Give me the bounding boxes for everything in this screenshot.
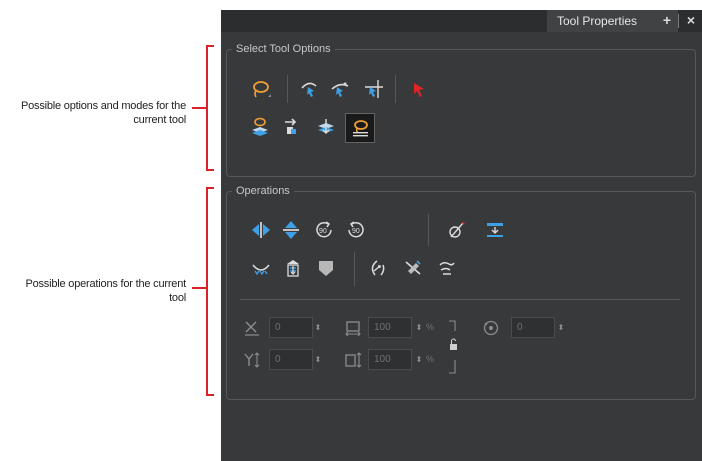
rotate-90-ccw-icon: 90	[348, 221, 364, 238]
height-percent-label: %	[426, 354, 435, 364]
operations-bracket	[206, 187, 214, 396]
smooth-icon	[287, 260, 299, 277]
lasso-icon	[253, 81, 271, 98]
select-layer-button[interactable]	[279, 114, 305, 140]
tab-separator	[678, 14, 679, 28]
tab-tool-properties[interactable]: Tool Properties	[547, 10, 678, 32]
cut-selection-icon	[405, 260, 421, 275]
fields-separator	[240, 299, 680, 300]
operations-callout-line	[192, 287, 206, 289]
create-color-art-button[interactable]	[248, 255, 274, 281]
flip-vertical-button[interactable]	[278, 217, 304, 243]
operations-separator	[354, 252, 355, 286]
options-bracket	[206, 45, 214, 171]
rotate-90-cw-button[interactable]: 90	[311, 217, 337, 243]
flip-horizontal-button[interactable]	[248, 217, 274, 243]
options-callout-line	[192, 107, 206, 109]
options-callout: Possible options and modes for the curre…	[20, 100, 186, 126]
rotation-angle-field[interactable]: 0	[511, 317, 555, 338]
lasso-permanent-selection-button[interactable]	[345, 113, 375, 143]
red-arrow-pointer-button[interactable]	[406, 76, 432, 102]
width-field[interactable]: 100	[368, 317, 412, 338]
apply-to-all-layers-icon	[252, 117, 268, 136]
lock-ratio-bracket-icon	[449, 320, 457, 374]
snap-and-align-icon	[365, 80, 383, 98]
pencil-to-brush-icon	[449, 222, 465, 238]
select-tool-options-title: Select Tool Options	[232, 42, 335, 56]
select-by-bounding-box-icon	[301, 82, 317, 97]
y-position-field[interactable]: 0	[269, 349, 313, 370]
lasso-permanent-selection-icon	[353, 120, 368, 137]
adjust-line-thickness-button[interactable]	[365, 255, 391, 281]
smooth-button[interactable]	[280, 255, 306, 281]
y-position-icon	[244, 352, 260, 368]
svg-text:90: 90	[319, 228, 327, 235]
snap-and-align-button[interactable]	[361, 76, 387, 102]
height-icon	[345, 352, 362, 368]
width-percent-label: %	[426, 322, 435, 332]
flatten-drawing-icon	[318, 119, 334, 134]
snap-to-contour-icon	[331, 82, 349, 97]
flatten-drawing-button[interactable]	[313, 114, 339, 140]
select-by-bounding-box-button[interactable]	[296, 76, 322, 102]
lasso-button[interactable]	[247, 76, 273, 102]
flatten-lines-icon	[439, 261, 455, 275]
operations-callout: Possible operations for the current tool	[25, 278, 186, 304]
convert-to-brush-button[interactable]	[313, 255, 339, 281]
operations-separator	[428, 214, 429, 246]
svg-text:90: 90	[352, 228, 360, 235]
height-spinner[interactable]: ⬍	[415, 356, 423, 364]
panel-tab-bar: Tool Properties + ×	[221, 10, 702, 32]
apply-to-all-layers-button[interactable]	[247, 114, 273, 140]
y-position-spinner[interactable]: ⬍	[314, 356, 322, 364]
red-arrow-pointer-icon	[414, 83, 424, 97]
rotate-90-cw-icon: 90	[316, 221, 332, 238]
group-title-rule	[298, 192, 687, 193]
rotation-angle-icon	[483, 320, 499, 336]
create-color-art-icon	[252, 264, 270, 276]
add-panel-icon[interactable]: +	[660, 13, 674, 27]
options-separator	[287, 75, 288, 103]
rotate-90-ccw-button[interactable]: 90	[343, 217, 369, 243]
width-spinner[interactable]: ⬍	[415, 324, 423, 332]
group-title-rule	[339, 50, 687, 51]
operations-title: Operations	[232, 184, 294, 198]
flip-vertical-icon	[283, 221, 299, 239]
convert-to-brush-icon	[319, 261, 333, 276]
tool-properties-panel: Tool Properties + × Select Tool Options	[221, 10, 702, 461]
height-field[interactable]: 100	[368, 349, 412, 370]
snap-to-contour-button[interactable]	[327, 76, 353, 102]
operations-group: Operations 90 90 0 ⬍ 100 ⬍ % 0 ⬍ 0 ⬍ 100…	[226, 184, 696, 400]
options-separator	[395, 75, 396, 103]
close-panel-icon[interactable]: ×	[684, 13, 698, 27]
distribute-to-layer-button[interactable]	[482, 217, 508, 243]
select-tool-options-group: Select Tool Options	[226, 42, 696, 177]
width-icon	[345, 321, 361, 337]
x-position-icon	[245, 321, 259, 336]
distribute-to-layer-icon	[487, 223, 503, 237]
adjust-line-thickness-icon	[371, 260, 385, 276]
select-layer-icon	[285, 118, 297, 134]
rotation-angle-spinner[interactable]: ⬍	[557, 324, 565, 332]
flip-horizontal-icon	[252, 222, 270, 238]
x-position-field[interactable]: 0	[269, 317, 313, 338]
cut-selection-button[interactable]	[400, 255, 426, 281]
x-position-spinner[interactable]: ⬍	[314, 324, 322, 332]
pencil-to-brush-button[interactable]	[444, 217, 470, 243]
flatten-lines-button[interactable]	[434, 255, 460, 281]
